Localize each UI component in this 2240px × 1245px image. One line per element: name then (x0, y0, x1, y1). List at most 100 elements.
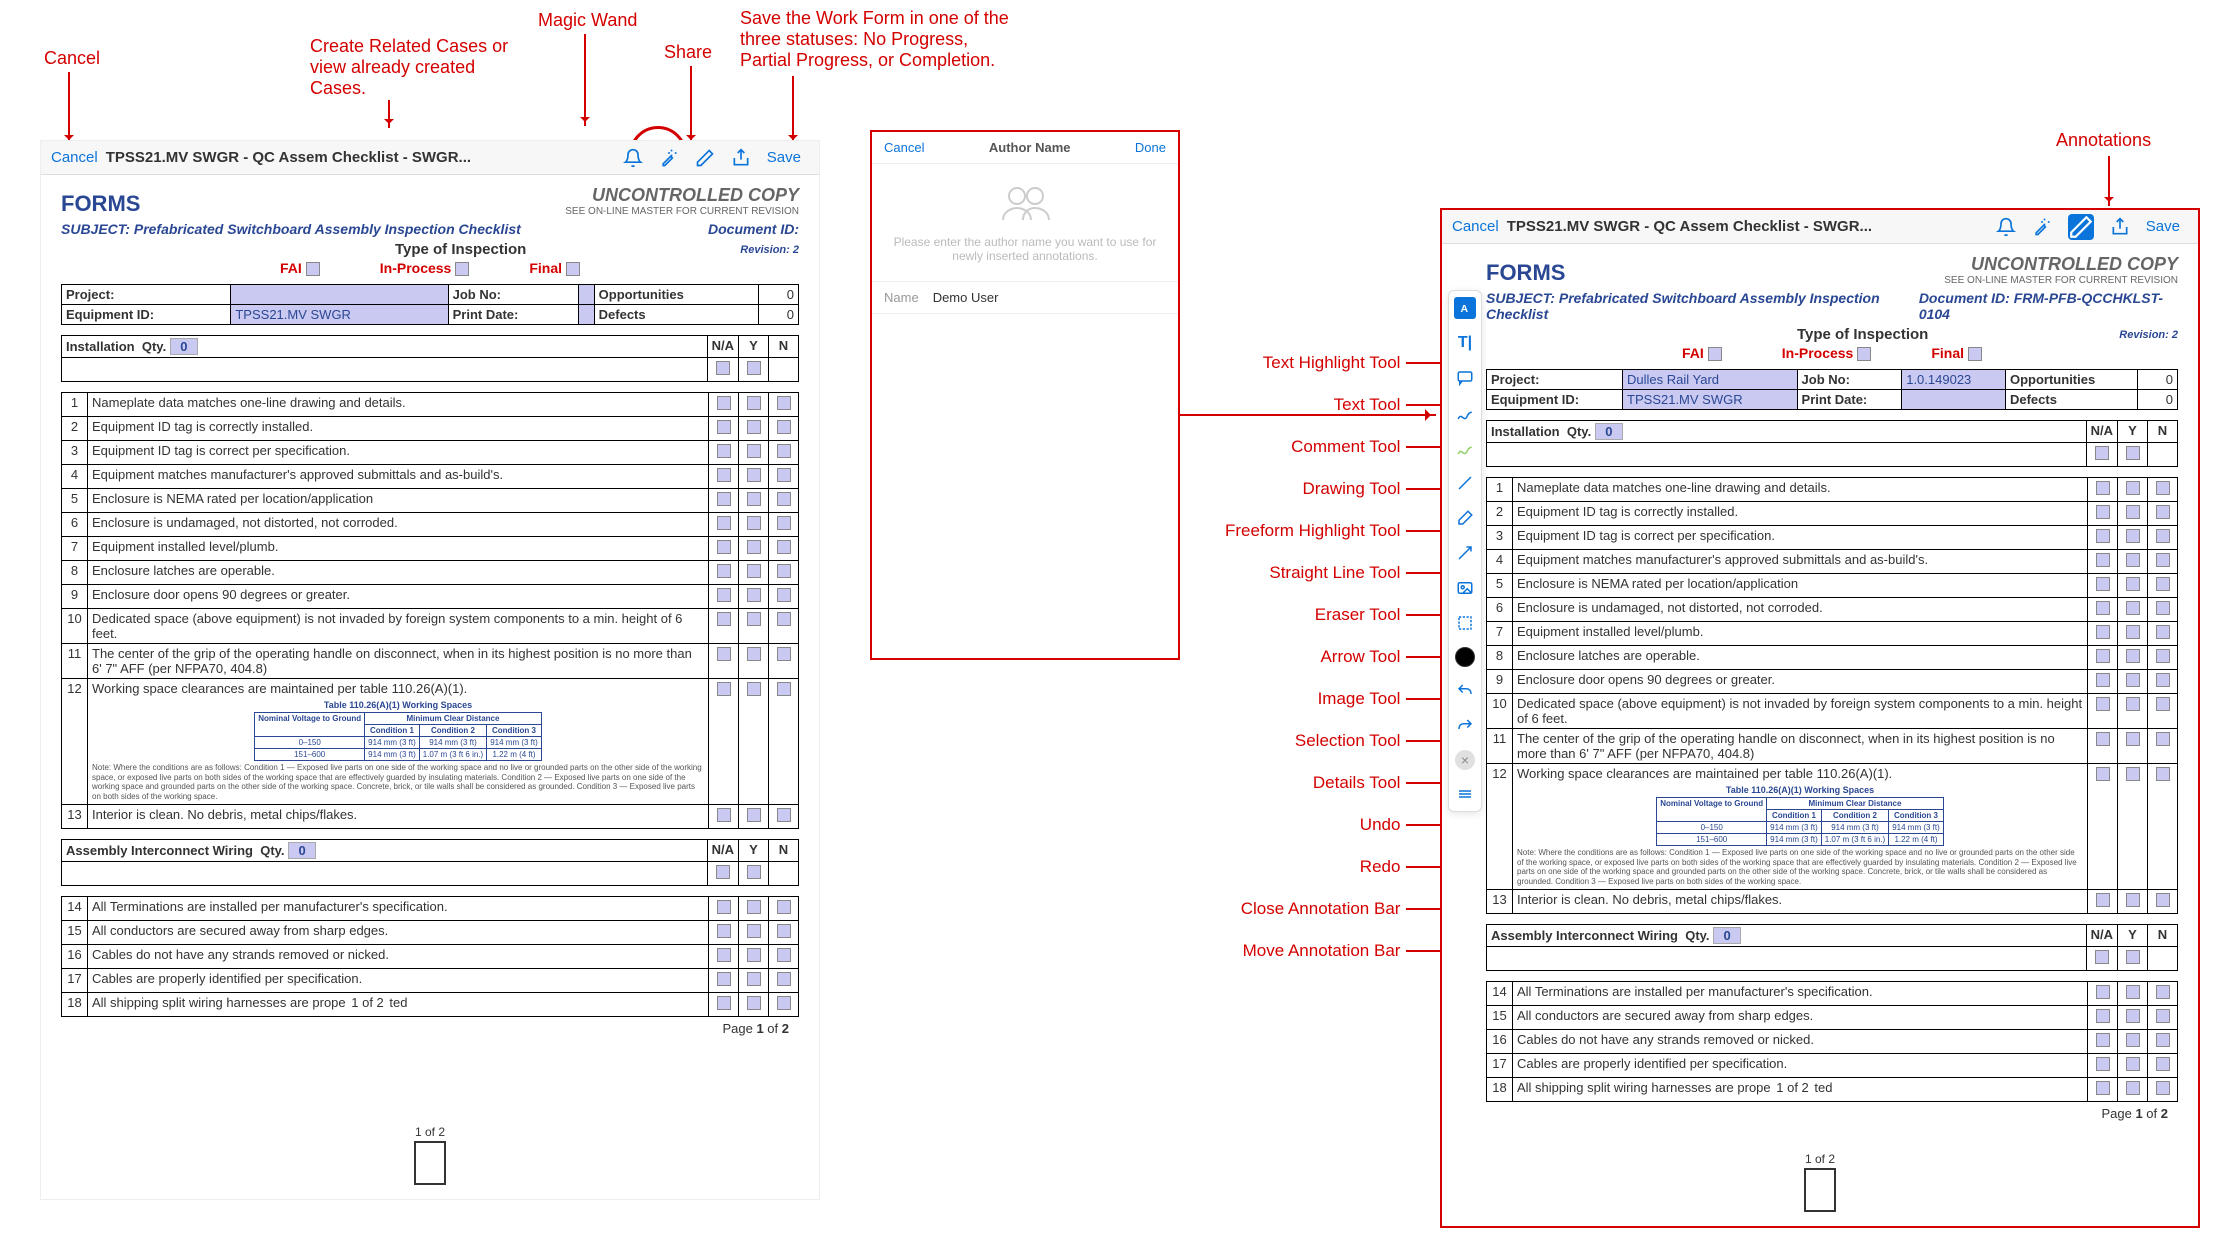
n-checkbox[interactable] (777, 647, 791, 661)
drawing-tool-icon[interactable] (1454, 402, 1476, 424)
na-checkbox[interactable] (717, 492, 731, 506)
text-tool-icon[interactable]: T| (1454, 332, 1476, 354)
y-all2-r-checkbox[interactable] (2126, 950, 2140, 964)
n-checkbox[interactable] (2156, 625, 2170, 639)
assembly-qty-r[interactable]: 0 (1713, 927, 1741, 944)
y-checkbox[interactable] (747, 468, 761, 482)
n-checkbox[interactable] (777, 612, 791, 626)
n-checkbox[interactable] (777, 924, 791, 938)
bell-icon[interactable] (623, 148, 643, 168)
author-cancel-button[interactable]: Cancel (884, 140, 924, 155)
n-checkbox[interactable] (777, 564, 791, 578)
y-checkbox[interactable] (747, 924, 761, 938)
y-checkbox[interactable] (747, 900, 761, 914)
inprocess-checkbox[interactable] (455, 262, 469, 276)
magic-wand-icon[interactable] (659, 148, 679, 168)
na-checkbox[interactable] (717, 900, 731, 914)
n-checkbox[interactable] (777, 808, 791, 822)
n-checkbox[interactable] (2156, 893, 2170, 907)
n-checkbox[interactable] (2156, 985, 2170, 999)
installation-qty-r[interactable]: 0 (1595, 423, 1623, 440)
eraser-icon[interactable] (1454, 507, 1476, 529)
straight-line-icon[interactable] (1454, 472, 1476, 494)
final-checkbox-r[interactable] (1968, 347, 1982, 361)
na-all2-checkbox[interactable] (716, 865, 730, 879)
y-checkbox[interactable] (2126, 577, 2140, 591)
y-checkbox[interactable] (2126, 673, 2140, 687)
author-name-input[interactable]: Demo User (933, 290, 999, 305)
y-checkbox[interactable] (747, 540, 761, 554)
y-all-checkbox[interactable] (747, 361, 761, 375)
na-checkbox[interactable] (717, 564, 731, 578)
text-highlight-icon[interactable]: A (1454, 297, 1476, 319)
y-checkbox[interactable] (2126, 625, 2140, 639)
final-checkbox[interactable] (566, 262, 580, 276)
y-checkbox[interactable] (2126, 601, 2140, 615)
y-checkbox[interactable] (747, 588, 761, 602)
assembly-qty[interactable]: 0 (288, 842, 316, 859)
redo-icon[interactable] (1454, 715, 1476, 737)
na-checkbox[interactable] (2096, 697, 2110, 711)
inprocess-checkbox-r[interactable] (1857, 347, 1871, 361)
n-checkbox[interactable] (777, 682, 791, 696)
y-checkbox[interactable] (2126, 529, 2140, 543)
magic-wand-icon-r[interactable] (2032, 217, 2052, 237)
n-checkbox[interactable] (2156, 577, 2170, 591)
n-checkbox[interactable] (2156, 1057, 2170, 1071)
pencil-icon-active[interactable] (2068, 214, 2094, 240)
na-checkbox[interactable] (2096, 985, 2110, 999)
fai-option[interactable]: FAI (280, 260, 302, 276)
bell-icon-r[interactable] (1996, 217, 2016, 237)
n-checkbox[interactable] (2156, 697, 2170, 711)
y-checkbox[interactable] (2126, 732, 2140, 746)
fai-option-r[interactable]: FAI (1682, 345, 1704, 361)
y-checkbox[interactable] (2126, 893, 2140, 907)
n-checkbox[interactable] (777, 948, 791, 962)
n-checkbox[interactable] (777, 420, 791, 434)
na-checkbox[interactable] (717, 396, 731, 410)
na-checkbox[interactable] (717, 516, 731, 530)
y-checkbox[interactable] (747, 420, 761, 434)
inprocess-option-r[interactable]: In-Process (1782, 345, 1854, 361)
na-checkbox[interactable] (717, 996, 731, 1010)
na-checkbox[interactable] (2096, 625, 2110, 639)
n-checkbox[interactable] (2156, 1009, 2170, 1023)
na-checkbox[interactable] (717, 612, 731, 626)
y-checkbox[interactable] (2126, 1057, 2140, 1071)
installation-qty[interactable]: 0 (170, 338, 198, 355)
printdate-input-r[interactable] (1902, 390, 2006, 410)
n-checkbox[interactable] (777, 468, 791, 482)
n-checkbox[interactable] (2156, 1081, 2170, 1095)
na-checkbox[interactable] (2096, 1033, 2110, 1047)
na-checkbox[interactable] (717, 972, 731, 986)
n-checkbox[interactable] (2156, 529, 2170, 543)
y-checkbox[interactable] (747, 612, 761, 626)
y-all-r-checkbox[interactable] (2126, 446, 2140, 460)
y-checkbox[interactable] (2126, 505, 2140, 519)
equipid-input-r[interactable]: TPSS21.MV SWGR (1623, 390, 1798, 410)
na-checkbox[interactable] (2096, 481, 2110, 495)
fai-checkbox-r[interactable] (1708, 347, 1722, 361)
y-checkbox[interactable] (747, 808, 761, 822)
jobno-input-r[interactable]: 1.0.149023 (1902, 370, 2006, 390)
cancel-button-r[interactable]: Cancel (1452, 218, 1499, 235)
details-tool-icon[interactable] (1455, 647, 1475, 667)
y-checkbox[interactable] (2126, 1033, 2140, 1047)
page-indicator-r[interactable]: 1 of 2 (1804, 1152, 1836, 1212)
y-checkbox[interactable] (2126, 767, 2140, 781)
selection-tool-icon[interactable] (1454, 612, 1476, 634)
y-checkbox[interactable] (747, 682, 761, 696)
project-input-r[interactable]: Dulles Rail Yard (1623, 370, 1798, 390)
y-checkbox[interactable] (2126, 1081, 2140, 1095)
y-checkbox[interactable] (2126, 1009, 2140, 1023)
undo-icon[interactable] (1454, 680, 1476, 702)
n-checkbox[interactable] (777, 540, 791, 554)
na-checkbox[interactable] (2096, 529, 2110, 543)
final-option[interactable]: Final (529, 260, 562, 276)
save-button-r[interactable]: Save (2146, 218, 2180, 235)
printdate-input[interactable] (578, 305, 594, 325)
author-done-button[interactable]: Done (1135, 140, 1166, 155)
cancel-button[interactable]: Cancel (51, 149, 98, 166)
inprocess-option[interactable]: In-Process (380, 260, 452, 276)
na-checkbox[interactable] (2096, 553, 2110, 567)
